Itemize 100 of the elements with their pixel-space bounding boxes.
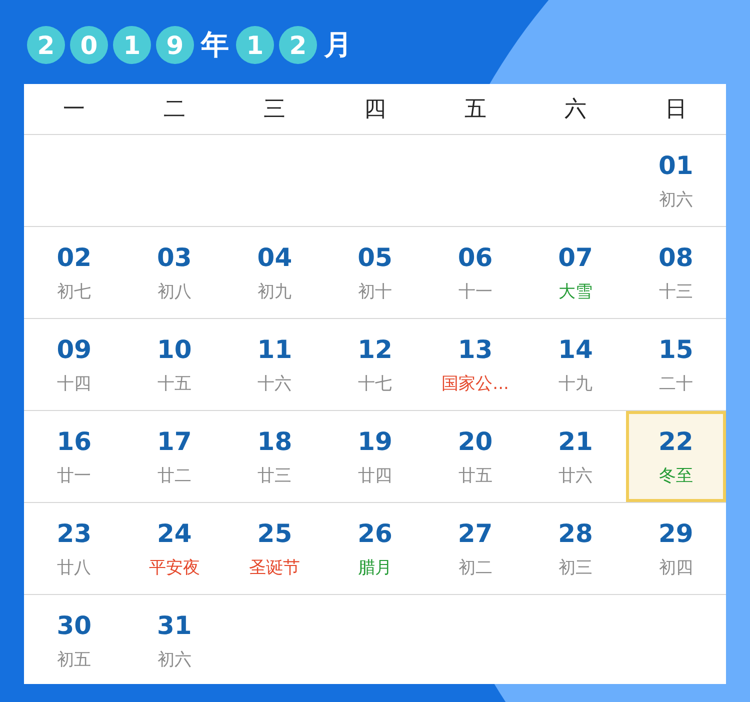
day-cell[interactable]: 02 初七	[24, 227, 124, 318]
day-note: 十六	[258, 372, 292, 394]
day-number: 02	[56, 242, 92, 272]
day-cell[interactable]: 13 国家公...	[425, 319, 526, 410]
day-cell[interactable]: 11 十六	[224, 319, 325, 410]
year-digit: 2	[27, 26, 65, 64]
weekday-label: 日	[664, 96, 688, 124]
day-number: 05	[358, 242, 392, 272]
day-cell[interactable]: 09 十四	[24, 319, 124, 410]
day-cell[interactable]: 29 初四	[626, 503, 726, 594]
day-note: 国家公...	[442, 372, 509, 394]
day-number: 18	[257, 426, 292, 456]
day-number: 30	[56, 610, 92, 640]
day-note: 初八	[157, 280, 192, 302]
day-number: 11	[257, 334, 292, 364]
day-cell[interactable]: 17 廿二	[124, 411, 225, 502]
day-note: 二十	[658, 372, 693, 394]
day-cell[interactable]: 04 初九	[224, 227, 325, 318]
weekday-label: 三	[262, 96, 287, 124]
day-note: 十五	[157, 372, 192, 394]
day-cell[interactable]: 12 十七	[324, 319, 426, 410]
day-cell[interactable]: 27 初二	[425, 503, 526, 594]
day-number: 07	[558, 242, 593, 272]
month-unit: 月	[324, 27, 352, 63]
day-note: 初六	[658, 188, 693, 210]
day-number: 14	[558, 334, 593, 364]
year-digit: 9	[156, 26, 194, 64]
day-note: 初十	[358, 280, 392, 302]
day-note: 十九	[558, 372, 593, 394]
day-note: 腊月	[358, 556, 392, 578]
day-cell[interactable]: 20 廿五	[425, 411, 526, 502]
day-note: 大雪	[558, 280, 593, 302]
day-cell[interactable]: 23 廿八	[24, 503, 124, 594]
day-note: 冬至	[658, 464, 693, 486]
day-cell[interactable]: 10 十五	[124, 319, 225, 410]
day-note: 十一	[458, 280, 492, 302]
day-number: 25	[257, 518, 292, 548]
day-note: 初五	[57, 648, 92, 670]
day-number: 22	[658, 426, 694, 456]
day-cell[interactable]: 22 冬至	[626, 411, 726, 502]
day-note: 廿五	[458, 464, 492, 486]
day-number: 09	[56, 334, 92, 364]
day-cell[interactable]: 14 十九	[525, 319, 626, 410]
day-note: 十四	[57, 372, 92, 394]
day-note: 十三	[658, 280, 693, 302]
day-note: 十七	[358, 372, 392, 394]
day-note: 初九	[258, 280, 292, 302]
day-cell[interactable]: 30 初五	[24, 595, 124, 686]
day-cell[interactable]: 26 腊月	[324, 503, 426, 594]
day-number: 01	[658, 150, 694, 180]
day-number: 13	[458, 334, 493, 364]
day-note: 初六	[157, 648, 192, 670]
day-number: 24	[157, 518, 192, 548]
day-number: 21	[558, 426, 593, 456]
day-cell[interactable]: 28 初三	[525, 503, 626, 594]
day-note: 廿六	[558, 464, 593, 486]
day-number: 04	[257, 242, 292, 272]
day-number: 12	[358, 334, 392, 364]
day-cell[interactable]: 08 十三	[626, 227, 726, 318]
month-digit: 2	[279, 26, 317, 64]
weekday-label: 二	[162, 96, 186, 124]
day-number: 08	[658, 242, 694, 272]
day-number: 28	[558, 518, 593, 548]
day-cell[interactable]: 21 廿六	[525, 411, 626, 502]
day-note: 廿一	[57, 464, 92, 486]
day-cell[interactable]: 06 十一	[425, 227, 526, 318]
day-cell[interactable]: 24 平安夜	[124, 503, 225, 594]
day-number: 27	[458, 518, 493, 548]
day-number: 20	[458, 426, 493, 456]
day-number: 06	[458, 242, 493, 272]
year-unit: 年	[201, 27, 229, 63]
day-note: 平安夜	[148, 556, 200, 578]
day-cell[interactable]: 15 二十	[626, 319, 726, 410]
day-cell[interactable]: 16 廿一	[24, 411, 124, 502]
day-cell[interactable]: 19 廿四	[324, 411, 426, 502]
day-number: 15	[658, 334, 694, 364]
day-note: 廿四	[358, 464, 392, 486]
month-digit: 1	[236, 26, 274, 64]
weekday-label: 一	[62, 96, 86, 124]
day-cell[interactable]: 25 圣诞节	[224, 503, 325, 594]
day-cell[interactable]: 18 廿三	[224, 411, 325, 502]
day-number: 03	[157, 242, 192, 272]
day-number: 29	[658, 518, 694, 548]
day-note: 廿二	[157, 464, 192, 486]
day-cell[interactable]: 07 大雪	[525, 227, 626, 318]
year-digit: 0	[70, 26, 108, 64]
day-note: 初七	[57, 280, 92, 302]
day-cell[interactable]: 01 初六	[626, 135, 726, 226]
day-number: 10	[157, 334, 192, 364]
day-number: 19	[358, 426, 392, 456]
weekday-label: 六	[564, 96, 588, 124]
day-note: 初三	[558, 556, 593, 578]
day-number: 16	[56, 426, 92, 456]
day-cell[interactable]: 05 初十	[324, 227, 426, 318]
day-number: 31	[157, 610, 192, 640]
day-note: 廿八	[57, 556, 92, 578]
weekday-label: 五	[463, 96, 488, 124]
day-cell[interactable]: 03 初八	[124, 227, 225, 318]
day-cell[interactable]: 31 初六	[124, 595, 225, 686]
day-number: 26	[358, 518, 392, 548]
